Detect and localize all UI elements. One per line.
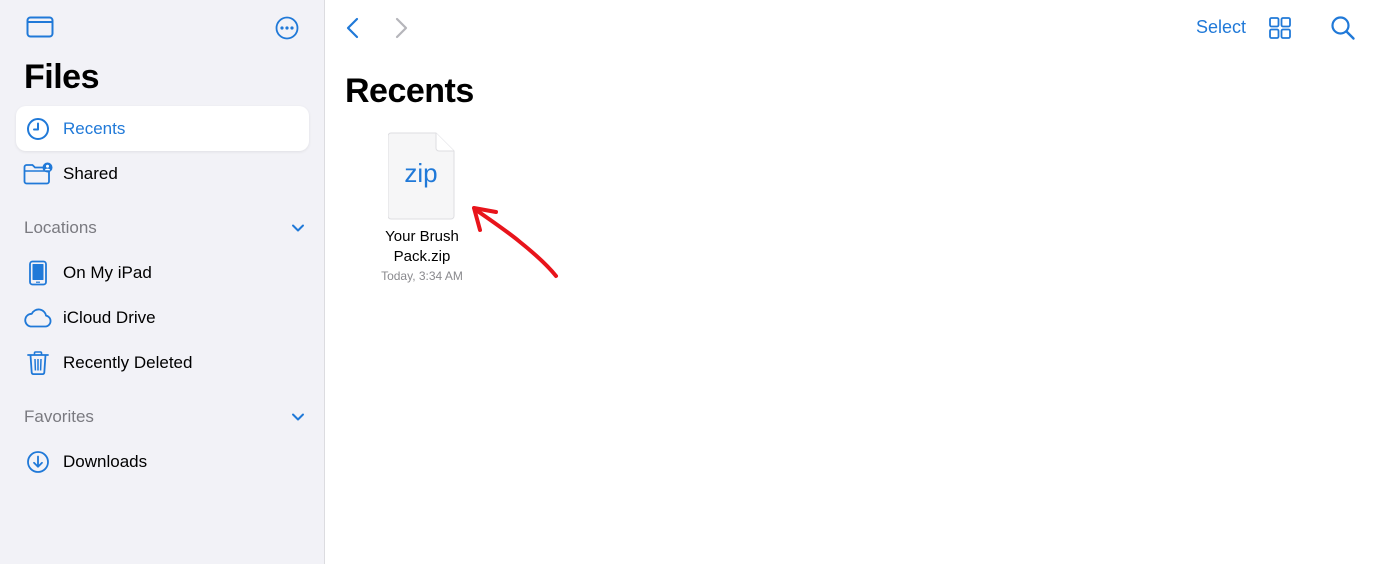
back-chevron-icon[interactable] [343, 16, 363, 40]
ipad-icon [23, 260, 53, 286]
chevron-down-icon[interactable] [290, 220, 306, 236]
section-label: Favorites [24, 407, 94, 426]
annotation-arrow-icon [472, 206, 558, 278]
sidebar-item-label: Downloads [63, 451, 148, 471]
trash-icon [23, 350, 53, 376]
sidebar-item-label: iCloud Drive [63, 307, 156, 327]
search-icon[interactable] [1330, 15, 1356, 41]
sidebar-toggle-icon[interactable] [26, 16, 54, 38]
sidebar-item-on-my-ipad[interactable]: On My iPad [16, 250, 309, 295]
grid-view-icon[interactable] [1268, 16, 1292, 40]
sidebar-item-label: Recents [63, 118, 126, 138]
zip-file-icon[interactable]: zip [387, 132, 456, 220]
clock-icon [23, 116, 53, 142]
forward-chevron-icon[interactable] [391, 16, 411, 40]
section-label: Locations [24, 218, 97, 237]
sidebar-item-recents[interactable]: Recents [16, 106, 309, 151]
files-app: Files Recents Shared Locations On My iPa… [0, 0, 1387, 564]
sidebar-item-label: Recently Deleted [63, 352, 193, 372]
sidebar-item-label: On My iPad [63, 262, 152, 282]
file-date: Today, 3:34 AM [381, 269, 463, 283]
sidebar-item-label: Shared [63, 163, 118, 183]
download-icon [23, 449, 53, 475]
chevron-down-icon[interactable] [290, 409, 306, 425]
sidebar-item-downloads[interactable]: Downloads [16, 439, 309, 484]
page-title: Recents [345, 72, 474, 110]
file-name: Your Brush Pack.zip [385, 228, 459, 265]
more-options-icon[interactable] [275, 16, 299, 40]
shared-folder-icon [23, 161, 53, 187]
cloud-icon [23, 305, 53, 331]
sidebar-title: Files [24, 58, 99, 96]
select-button[interactable]: Select [1196, 17, 1246, 38]
locations-section-header[interactable]: Locations [24, 216, 306, 240]
sidebar-item-shared[interactable]: Shared [16, 151, 309, 196]
sidebar: Files Recents Shared Locations On My iPa… [0, 0, 325, 564]
favorites-section-header[interactable]: Favorites [24, 405, 306, 429]
file-extension: zip [404, 158, 438, 188]
file-item[interactable]: zip Your Brush Pack.zip Today, 3:34 AM [362, 132, 482, 283]
sidebar-item-icloud-drive[interactable]: iCloud Drive [16, 295, 309, 340]
sidebar-item-recently-deleted[interactable]: Recently Deleted [16, 340, 309, 385]
